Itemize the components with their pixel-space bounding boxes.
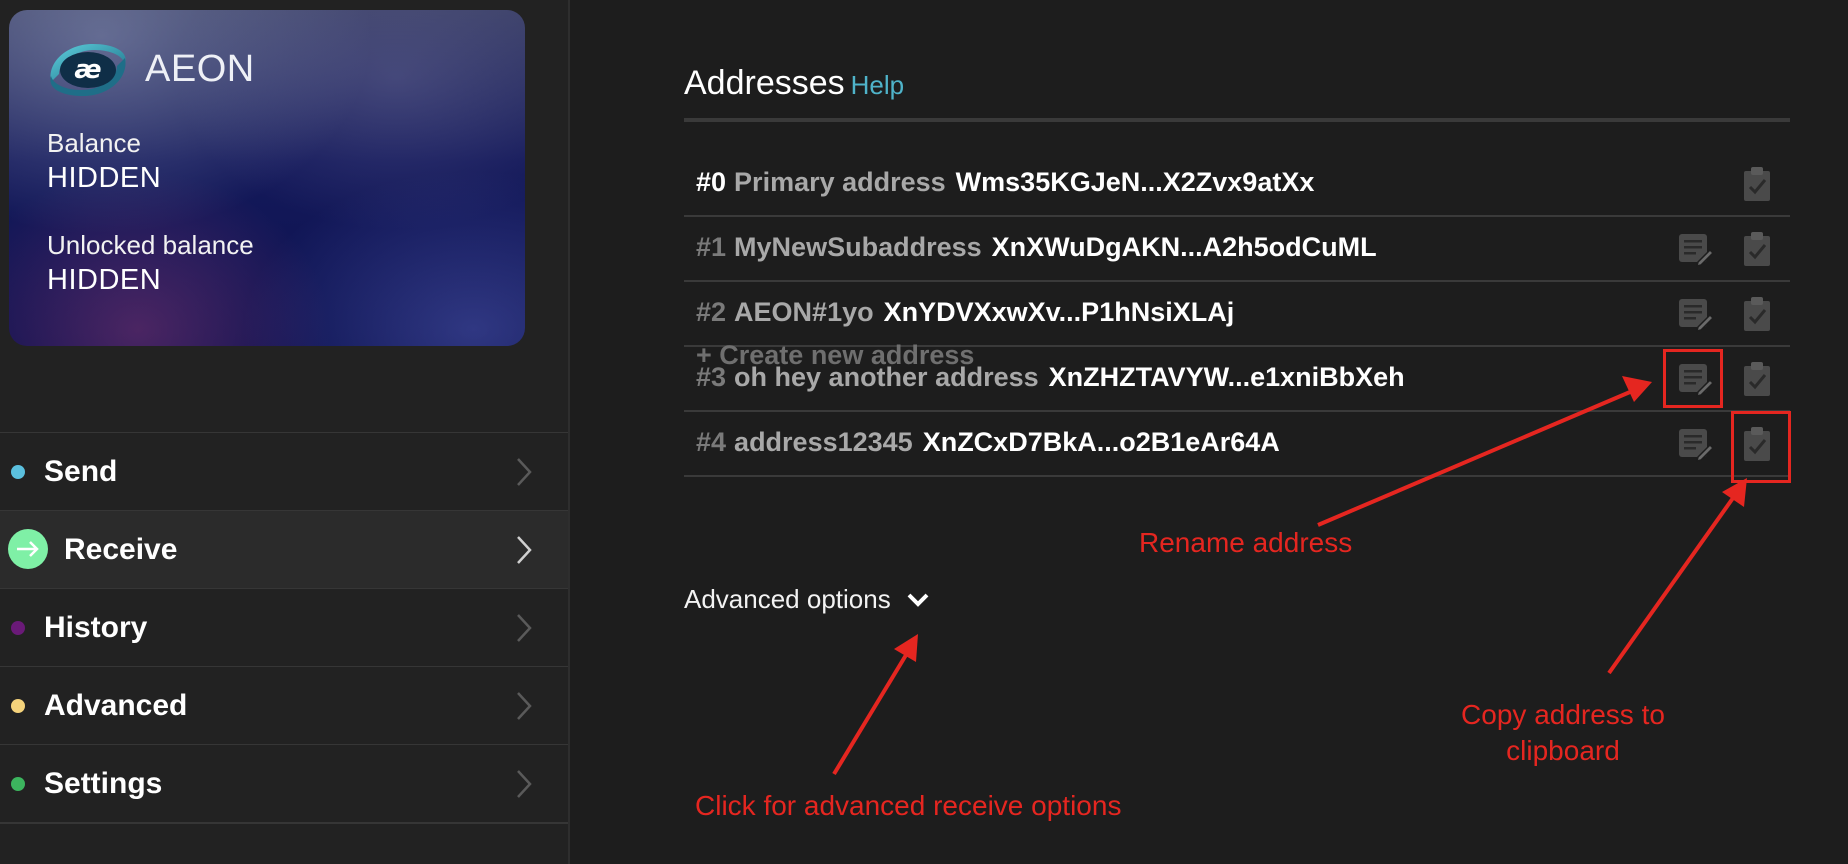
copy-highlight-box [1731,411,1791,483]
menu-label-history: History [44,610,148,644]
address-row[interactable]: #4 address12345 XnZCxD7BkA...o2B1eAr64A [684,412,1790,477]
addresses-header: Addresses Help [684,64,904,103]
address-label: AEON#1yo [734,297,874,327]
copy-annotation-line2: clipboard [1506,735,1620,766]
address-row-text: #1 MyNewSubaddress XnXWuDgAKN...A2h5odCuML [696,232,1377,263]
address-row[interactable]: #1 MyNewSubaddress XnXWuDgAKN...A2h5odCuML [684,217,1790,282]
wallet-card: æ AEON Balance HIDDEN Unlocked balance H… [9,10,525,346]
send-dot-icon [11,465,25,479]
rename-highlight-box [1663,349,1723,408]
menu-item-settings[interactable]: Settings [0,744,568,824]
address-index: #2 [696,297,727,327]
advanced-dot-icon [11,699,25,713]
clipboard-icon[interactable] [1738,230,1776,268]
address-index: #0 [696,167,727,197]
svg-text:æ: æ [74,55,101,85]
sidebar: æ AEON Balance HIDDEN Unlocked balance H… [0,0,570,864]
copy-annotation-line1: Copy address to [1461,699,1665,730]
menu-item-advanced[interactable]: Advanced [0,666,568,744]
aeon-logo-icon: æ [50,44,126,96]
address-value: Wms35KGJeN...X2Zvx9atXx [955,167,1315,197]
address-row[interactable]: #0 Primary address Wms35KGJeN...X2Zvx9atXx [684,152,1790,217]
chevron-down-icon [907,593,929,607]
aeon-logo: æ AEON [45,34,255,104]
chevron-right-icon [517,770,532,798]
title-divider [684,118,1790,122]
address-list: #0 Primary address Wms35KGJeN...X2Zvx9atXx… [684,152,1790,477]
rename-icon[interactable] [1676,230,1714,268]
clipboard-icon[interactable] [1738,295,1776,333]
clipboard-icon[interactable] [1738,360,1776,398]
chevron-right-icon [517,458,532,486]
history-dot-icon [11,621,25,635]
advanced-options-toggle[interactable]: Advanced options [684,584,931,615]
address-value: XnZHZTAVYW...e1xniBbXeh [1048,362,1405,392]
balance-value: HIDDEN [47,162,162,194]
address-label: MyNewSubaddress [734,232,982,262]
address-row[interactable]: #2 AEON#1yo XnYDVXxwXv...P1hNsiXLAj [684,282,1790,347]
balance-label: Balance [47,128,141,158]
address-value: XnZCxD7BkA...o2B1eAr64A [922,427,1280,457]
settings-dot-icon [11,777,25,791]
main-menu: Send Receive History Advanced Settings [0,432,568,824]
logo-text: AEON [145,47,255,90]
address-row-text: #2 AEON#1yo XnYDVXxwXv...P1hNsiXLAj [696,297,1234,328]
address-value: XnYDVXxwXv...P1hNsiXLAj [883,297,1235,327]
advanced-annotation: Click for advanced receive options [695,790,1122,821]
address-row-text: #0 Primary address Wms35KGJeN...X2Zvx9atXx [696,167,1314,198]
clipboard-icon[interactable] [1738,165,1776,203]
address-label: Primary address [734,167,946,197]
chevron-right-icon [517,536,532,564]
menu-item-history[interactable]: History [0,588,568,666]
menu-item-send[interactable]: Send [0,432,568,510]
menu-label-settings: Settings [44,766,163,800]
menu-label-receive: Receive [64,532,178,566]
help-link[interactable]: Help [851,70,904,101]
chevron-right-icon [517,692,532,720]
rename-annotation: Rename address [1139,527,1353,558]
menu-item-receive[interactable]: Receive [0,510,568,588]
address-index: #1 [696,232,727,262]
unlocked-balance-value: HIDDEN [47,264,162,296]
address-row-text: #4 address12345 XnZCxD7BkA...o2B1eAr64A [696,427,1280,458]
menu-label-advanced: Advanced [44,688,188,722]
menu-label-send: Send [44,454,118,488]
rename-icon[interactable] [1676,425,1714,463]
address-value: XnXWuDgAKN...A2h5odCuML [991,232,1377,262]
address-index: #4 [696,427,727,457]
address-label: address12345 [734,427,913,457]
chevron-right-icon [517,614,532,642]
receive-arrow-icon [8,529,48,569]
unlocked-balance-label: Unlocked balance [47,230,254,260]
rename-icon[interactable] [1676,295,1714,333]
create-address-button[interactable]: + Create new address [696,340,974,371]
page-title: Addresses [684,64,845,102]
advanced-options-label: Advanced options [684,584,891,614]
